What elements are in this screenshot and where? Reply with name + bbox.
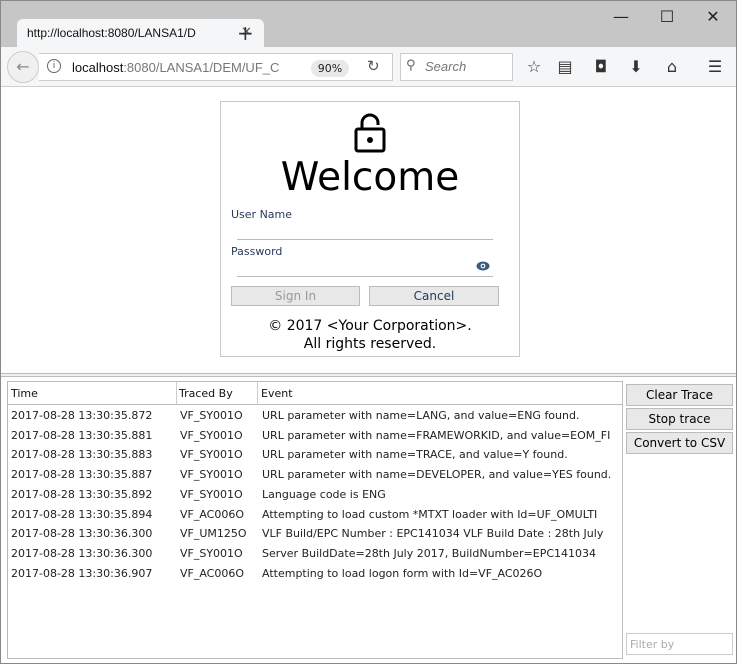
cell-event: URL parameter with name=LANG, and value=… bbox=[262, 409, 580, 422]
copyright: © 2017 <Your Corporation>. All rights res… bbox=[220, 317, 520, 353]
back-icon[interactable]: ← bbox=[7, 51, 39, 83]
table-row[interactable]: 2017-08-28 13:30:35.887 VF_SY001O URL para… bbox=[8, 465, 622, 485]
tab-title: http://localhost:8080/LANSA1/D bbox=[27, 26, 196, 40]
table-row[interactable]: 2017-08-28 13:30:35.872 VF_SY001O URL para… bbox=[8, 406, 622, 426]
bookmark-star-icon[interactable]: ☆ bbox=[523, 57, 545, 76]
cell-event: URL parameter with name=FRAMEWORKID, and… bbox=[262, 428, 611, 442]
cell-time: 2017-08-28 13:30:35.881 bbox=[11, 428, 153, 442]
browser-tab[interactable]: http://localhost:8080/LANSA1/D bbox=[17, 19, 264, 47]
unlock-icon bbox=[354, 113, 386, 153]
column-divider[interactable] bbox=[176, 382, 177, 405]
show-password-eye-icon[interactable] bbox=[476, 261, 490, 271]
table-row[interactable]: 2017-08-28 13:30:35.881 VF_SY001O URL para… bbox=[8, 426, 622, 446]
trace-table: Time Traced By Event 2017-08-28 13:30:35… bbox=[7, 381, 623, 659]
cell-traced-by: VF_SY001O bbox=[180, 468, 243, 482]
reading-list-icon[interactable]: ▤ bbox=[554, 57, 576, 76]
cell-time: 2017-08-28 13:30:35.883 bbox=[11, 448, 153, 462]
url-host: localhost bbox=[72, 60, 124, 75]
cell-time: 2017-08-28 13:30:36.300 bbox=[11, 546, 153, 560]
cell-time: 2017-08-28 13:30:35.872 bbox=[11, 409, 153, 422]
username-underline bbox=[237, 239, 493, 240]
table-row[interactable]: 2017-08-28 13:30:36.907 VF_AC006O Attempti… bbox=[8, 564, 622, 584]
clear-trace-button[interactable]: Clear Trace bbox=[626, 384, 733, 406]
cell-traced-by: VF_SY001O bbox=[180, 546, 243, 560]
zoom-badge[interactable]: 90% bbox=[311, 60, 349, 77]
search-input[interactable]: Search bbox=[400, 53, 513, 81]
cell-traced-by: VF_AC006O bbox=[180, 566, 245, 580]
cell-event: Server BuildDate=28th July 2017, BuildNu… bbox=[262, 546, 597, 560]
cell-traced-by: VF_UM125O bbox=[180, 527, 247, 541]
reload-icon[interactable]: ↻ bbox=[367, 57, 380, 75]
menu-icon[interactable]: ☰ bbox=[704, 57, 726, 76]
cell-time: 2017-08-28 13:30:36.907 bbox=[11, 566, 153, 580]
cell-time: 2017-08-28 13:30:35.892 bbox=[11, 487, 153, 501]
info-icon[interactable]: i bbox=[47, 59, 61, 73]
table-row[interactable]: 2017-08-28 13:30:36.300 VF_UM125O VLF Buil… bbox=[8, 524, 622, 544]
cell-event: Attempting to load custom *MTXT loader w… bbox=[262, 507, 598, 521]
cell-event: VLF Build/EPC Number : EPC141034 VLF Bui… bbox=[262, 527, 604, 541]
column-header-traced-by[interactable]: Traced By bbox=[179, 387, 233, 400]
password-underline bbox=[237, 276, 493, 277]
cell-traced-by: VF_AC006O bbox=[180, 507, 245, 521]
cell-traced-by: VF_SY001O bbox=[180, 448, 243, 462]
welcome-title: Welcome bbox=[280, 155, 460, 200]
column-header-time[interactable]: Time bbox=[11, 387, 38, 400]
password-input[interactable] bbox=[237, 260, 473, 276]
cancel-button[interactable]: Cancel bbox=[369, 286, 499, 306]
cell-traced-by: VF_SY001O bbox=[180, 409, 243, 422]
cell-time: 2017-08-28 13:30:35.887 bbox=[11, 468, 153, 482]
column-divider[interactable] bbox=[257, 382, 258, 405]
cell-event: URL parameter with name=DEVELOPER, and v… bbox=[262, 468, 612, 482]
sign-in-button[interactable]: Sign In bbox=[231, 286, 360, 306]
home-icon[interactable]: ⌂ bbox=[661, 57, 683, 76]
pocket-icon[interactable]: ◘ bbox=[590, 57, 612, 76]
maximize-icon[interactable]: ☐ bbox=[652, 7, 682, 26]
username-input[interactable] bbox=[237, 223, 493, 239]
cell-event: Language code is ENG bbox=[262, 487, 386, 501]
convert-to-csv-button[interactable]: Convert to CSV bbox=[626, 432, 733, 454]
copyright-line-2: All rights reserved. bbox=[303, 336, 437, 352]
cell-traced-by: VF_SY001O bbox=[180, 428, 243, 442]
url-text[interactable]: localhost:8080/LANSA1/DEM/UF_C bbox=[72, 60, 279, 75]
url-path: :8080/LANSA1/DEM/UF_C bbox=[123, 60, 280, 75]
search-icon: ⚲ bbox=[406, 58, 416, 73]
new-tab-icon[interactable]: + bbox=[237, 21, 254, 45]
stop-trace-button[interactable]: Stop trace bbox=[626, 408, 733, 430]
table-row[interactable]: 2017-08-28 13:30:35.894 VF_AC006O Attempti… bbox=[8, 505, 622, 525]
panel-splitter[interactable] bbox=[1, 373, 736, 377]
table-row[interactable]: 2017-08-28 13:30:35.892 VF_SY001O Language… bbox=[8, 485, 622, 505]
table-header: Time Traced By Event bbox=[8, 382, 622, 405]
cell-time: 2017-08-28 13:30:35.894 bbox=[11, 507, 153, 521]
cell-time: 2017-08-28 13:30:36.300 bbox=[11, 527, 153, 541]
copyright-line-1: © 2017 <Your Corporation>. bbox=[268, 318, 472, 334]
cell-traced-by: VF_SY001O bbox=[180, 487, 243, 501]
table-row[interactable]: 2017-08-28 13:30:35.883 VF_SY001O URL para… bbox=[8, 445, 622, 465]
cell-event: Attempting to load logon form with Id=VF… bbox=[262, 566, 543, 580]
column-header-event[interactable]: Event bbox=[261, 387, 293, 400]
filter-input[interactable]: Filter by bbox=[626, 633, 733, 655]
table-row[interactable]: 2017-08-28 13:30:36.300 VF_SY001O Server B… bbox=[8, 544, 622, 564]
download-icon[interactable]: ⬇ bbox=[625, 57, 647, 76]
password-label: Password bbox=[231, 245, 283, 258]
close-window-icon[interactable]: ✕ bbox=[698, 7, 728, 26]
minimize-icon[interactable]: — bbox=[606, 7, 636, 26]
cell-event: URL parameter with name=TRACE, and value… bbox=[262, 448, 568, 462]
username-label: User Name bbox=[231, 208, 293, 221]
